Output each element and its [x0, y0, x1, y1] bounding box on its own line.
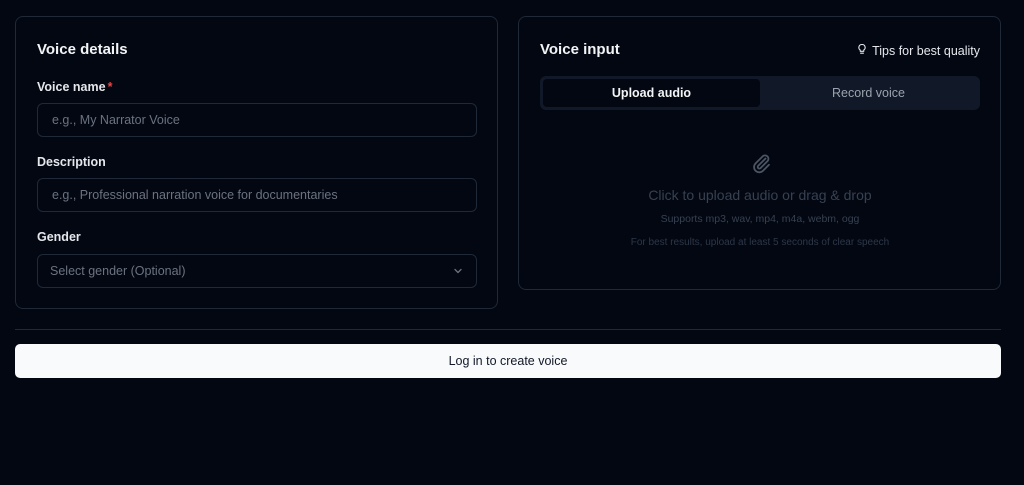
gender-select[interactable]: Select gender (Optional): [37, 254, 477, 288]
section-divider: [15, 329, 1001, 330]
description-input[interactable]: [37, 178, 477, 212]
voice-name-label: Voice name *: [37, 80, 112, 94]
gender-select-value: Select gender (Optional): [50, 264, 186, 278]
description-label: Description: [37, 155, 106, 169]
chevron-down-icon: [452, 265, 464, 277]
input-mode-tabs: Upload audio Record voice: [540, 76, 980, 110]
audio-dropzone[interactable]: Click to upload audio or drag & drop Sup…: [540, 137, 980, 257]
dropzone-main-text: Click to upload audio or drag & drop: [648, 187, 872, 203]
voice-details-title: Voice details: [37, 41, 128, 58]
tips-link[interactable]: Tips for best quality: [856, 43, 980, 58]
voice-name-label-text: Voice name: [37, 80, 106, 94]
voice-input-title: Voice input: [540, 41, 620, 58]
dropzone-hint-text: For best results, upload at least 5 seco…: [630, 237, 890, 248]
required-marker: *: [107, 80, 113, 94]
gender-label: Gender: [37, 230, 81, 244]
lightbulb-icon: [856, 43, 868, 58]
create-voice-button[interactable]: Log in to create voice: [15, 344, 1001, 378]
dropzone-formats-text: Supports mp3, wav, mp4, m4a, webm, ogg: [660, 213, 860, 225]
tips-label: Tips for best quality: [872, 43, 980, 58]
voice-details-card: Voice details Voice name* Description Ge…: [15, 16, 498, 309]
paperclip-icon: [749, 151, 773, 175]
voice-input-card: Voice input Tips for best quality Upload…: [518, 16, 1001, 290]
voice-name-input[interactable]: [37, 103, 477, 137]
tab-record-voice[interactable]: Record voice: [760, 79, 977, 107]
tab-upload-audio[interactable]: Upload audio: [543, 79, 760, 107]
